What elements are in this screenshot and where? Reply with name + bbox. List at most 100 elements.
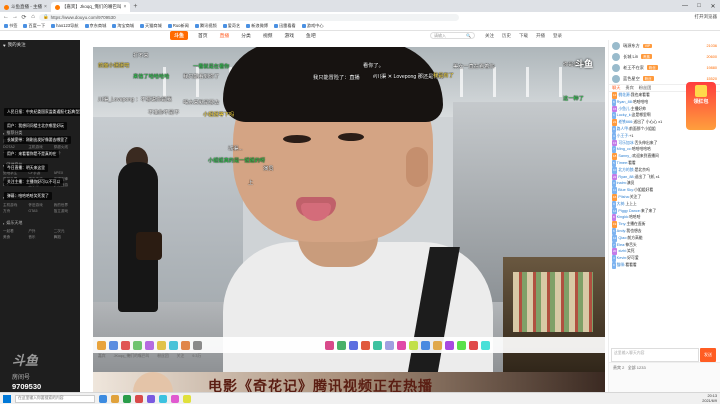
chat-username[interactable]: Piggy Dance: [618, 209, 641, 213]
search-icon[interactable]: 🔍 [466, 33, 471, 38]
site-nav-item[interactable]: 鱼吧 [306, 32, 316, 39]
sidebar-category-link[interactable]: APEX [54, 171, 77, 176]
chat-username[interactable]: Ryan_88: [618, 175, 634, 179]
sidebar-category-link[interactable]: 主机游戏 [3, 203, 26, 208]
taskbar-app-icon[interactable] [159, 394, 167, 403]
rank-row[interactable]: 老王不在家 粉丝 19880 [609, 62, 720, 73]
chat-tab[interactable]: 聊天 [612, 85, 620, 91]
maximize-button[interactable]: □ [692, 3, 706, 10]
chat-tab[interactable]: 贵宾 [625, 85, 633, 91]
bookmark-item[interactable]: 百度一下 [23, 23, 45, 29]
taskbar-app-icon[interactable] [123, 394, 131, 403]
chat-username[interactable]: 老铁666: [618, 120, 633, 124]
gift-icon[interactable] [97, 340, 106, 350]
gift-icon[interactable] [349, 340, 358, 350]
sidebar-category-link[interactable]: 舞蹈 [54, 235, 77, 240]
gift-icon[interactable] [145, 340, 154, 350]
taskbar-app-icon[interactable] [171, 394, 179, 403]
gift-icon[interactable] [181, 340, 190, 350]
site-nav-item[interactable]: 直播 [220, 32, 230, 39]
gift-icon[interactable] [193, 340, 202, 350]
chat-username[interactable]: 北方的狼: [618, 168, 634, 172]
gift-icon[interactable] [409, 340, 418, 350]
sidebar-follow[interactable]: ♥ 我的关注 [0, 40, 80, 50]
chat-username[interactable]: Ryan_88: [617, 100, 633, 104]
chat-username[interactable]: 小鱼儿: [618, 107, 630, 111]
minimize-button[interactable]: — [678, 3, 692, 10]
site-nav-item[interactable]: 游戏 [284, 32, 294, 39]
gift-icon[interactable] [325, 340, 334, 350]
home-button[interactable]: ⌂ [30, 14, 36, 20]
gift-icon[interactable] [109, 340, 118, 350]
gift-icon[interactable] [121, 340, 130, 350]
gift-icon[interactable] [421, 340, 430, 350]
sidebar-category-link[interactable]: 我的世界 [54, 203, 77, 208]
url-field[interactable]: 🔒 https://www.douyu.com/9709530 [39, 13, 459, 21]
chat-username[interactable]: Kevin: [617, 256, 628, 260]
tab-close-icon[interactable]: × [123, 4, 126, 10]
sidebar-category-link[interactable]: 方舟 [3, 209, 26, 214]
header-link[interactable]: 历史 [502, 33, 511, 39]
site-nav-item[interactable]: 视频 [263, 32, 273, 39]
chat-username[interactable]: Kingkk: [617, 215, 629, 219]
gift-icon[interactable] [385, 340, 394, 350]
browser-tab[interactable]: 斗鱼直播 - 主播 × [0, 2, 51, 12]
chat-input[interactable]: 这里输入聊天内容 [611, 348, 699, 362]
taskbar-search[interactable]: 在这里输入你要搜索的内容 [15, 394, 95, 403]
bookmark-item[interactable]: 游戏中心 [301, 23, 324, 29]
new-tab-button[interactable]: + [130, 3, 140, 10]
bookmark-item[interactable]: 京东商城 [84, 23, 106, 29]
tab-close-icon[interactable]: × [44, 4, 47, 10]
gift-icon[interactable] [445, 340, 454, 350]
sidebar-section-title[interactable]: ▪ 娱乐天地 [0, 218, 80, 228]
forward-button[interactable]: → [12, 14, 18, 20]
header-link[interactable]: 下载 [519, 33, 528, 39]
chat-username[interactable]: 小王子: [617, 134, 629, 138]
chat-username[interactable]: Timee: [617, 161, 628, 165]
gift-icon[interactable] [157, 340, 166, 350]
sidebar-category-link[interactable]: GTA5 [28, 209, 51, 214]
gift-icon[interactable] [457, 340, 466, 350]
chat-tab[interactable]: 粉丝团 [639, 85, 652, 91]
chat-username[interactable]: Plisha: [618, 195, 629, 199]
header-link[interactable]: 关注 [485, 33, 494, 39]
rank-row[interactable]: 长城 Lin 贵族 20600 [609, 51, 720, 62]
send-button[interactable]: 发送 [700, 348, 716, 362]
streamer-info-item[interactable]: 关注 [177, 354, 185, 359]
taskbar-app-icon[interactable] [99, 394, 107, 403]
windows-start-icon[interactable] [3, 394, 11, 403]
browser-tab[interactable]: 【嘉宾】Jkoqq_俺们的嘴巴叫 × [50, 2, 131, 12]
gift-icon[interactable] [133, 340, 142, 350]
bookmark-item[interactable]: 迅雷看看 [273, 23, 296, 29]
back-button[interactable]: ← [3, 14, 9, 20]
streamer-info-item[interactable]: 粉丝团 [157, 354, 168, 359]
chat-username[interactable]: lnalm: [617, 181, 627, 185]
chat-username[interactable]: xizhi: [618, 249, 627, 253]
open-browser-link[interactable]: 打开浏览器 [695, 14, 718, 20]
gift-icon[interactable] [361, 340, 370, 350]
site-search-input[interactable]: 请输入 🔍 [430, 32, 475, 39]
bookmark-item[interactable]: 腾讯视频 [194, 23, 217, 29]
gift-icon[interactable] [481, 340, 490, 350]
streamer-info-item[interactable]: 9.3万 [192, 354, 201, 359]
sidebar-category-link[interactable]: 一起看 [3, 229, 26, 234]
gift-icon[interactable] [433, 340, 442, 350]
gift-icon[interactable] [397, 340, 406, 350]
gift-icon[interactable] [169, 340, 178, 350]
chat-username[interactable]: 桃花源: [618, 93, 630, 97]
site-nav-item[interactable]: 首页 [198, 32, 208, 39]
sidebar-category-link[interactable]: 怀旧游戏 [28, 203, 51, 208]
header-link[interactable]: 登录 [553, 33, 562, 39]
chat-username[interactable]: Lucky_k: [617, 113, 632, 117]
sidebar-category-link[interactable]: 户外 [28, 229, 51, 234]
sidebar-category-link[interactable]: 独立游戏 [54, 209, 77, 214]
gift-icon[interactable] [373, 340, 382, 350]
taskbar-app-icon[interactable] [147, 394, 155, 403]
rank-row[interactable]: 瑞源东方 VIP 21036 [609, 40, 720, 51]
bookmark-item[interactable]: hao123导航 [51, 23, 79, 29]
live-video-player[interactable]: 打不来 前面小姐姐吧 一看就是在看你 看你了。 美女一直在看着你 你是你吗？ 来信了哈哈哈哈… [93, 47, 605, 377]
bookmark-item[interactable]: Ruo新闻 [167, 23, 189, 29]
bookmark-item[interactable]: 书签 [4, 23, 17, 29]
sidebar-category-link[interactable]: 二次元 [54, 229, 77, 234]
ad-banner[interactable]: 电影《奇花记》腾讯视频正在热播 [93, 372, 605, 392]
